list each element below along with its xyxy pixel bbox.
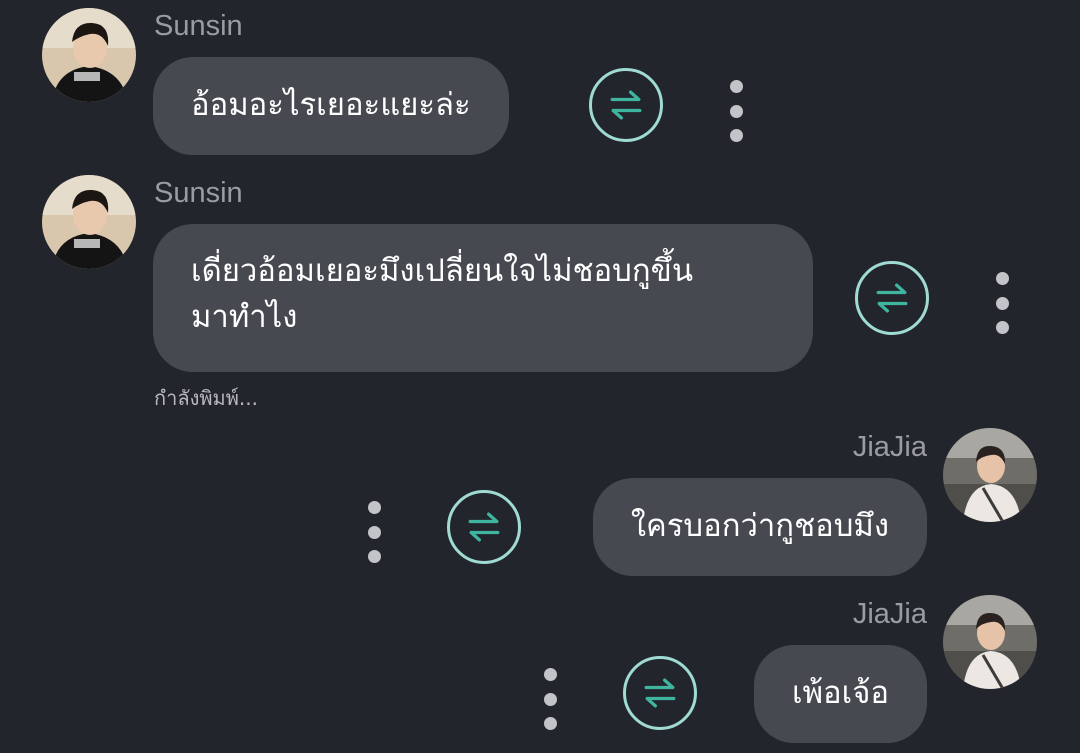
- swap-arrows-icon: [592, 68, 660, 142]
- more-dot: [543, 668, 557, 681]
- sender-name: Sunsin: [154, 177, 243, 209]
- more-dot: [729, 129, 743, 142]
- translate-button[interactable]: [623, 656, 697, 730]
- avatar-image: [943, 428, 1037, 522]
- avatar-image: [943, 595, 1037, 689]
- more-dot: [729, 104, 743, 118]
- message-bubble[interactable]: ใครบอกว่ากูชอบมึง: [592, 478, 927, 576]
- more-options-button[interactable]: [987, 272, 1017, 334]
- more-options-button[interactable]: [721, 80, 751, 142]
- swap-arrows-icon: [626, 656, 694, 730]
- more-dot: [367, 550, 381, 563]
- sender-name: JiaJia: [852, 431, 927, 463]
- translate-button[interactable]: [589, 68, 663, 142]
- sender-avatar[interactable]: [943, 595, 1037, 689]
- more-dot: [543, 717, 557, 730]
- message-bubble[interactable]: เพ้อเจ้อ: [753, 645, 927, 743]
- sender-avatar[interactable]: [943, 428, 1037, 522]
- more-dot: [995, 321, 1009, 334]
- translate-button[interactable]: [447, 490, 521, 564]
- message-bubble[interactable]: อ้อมอะไรเยอะแยะล่ะ: [153, 57, 509, 155]
- more-dot: [367, 501, 381, 514]
- sender-name: Sunsin: [154, 10, 243, 42]
- message-line: เดี่ยวอ้อมเยอะมึงเปลี่ยนใจไม่ชอบกูขึ้น: [191, 253, 694, 289]
- avatar-image: [42, 175, 136, 269]
- translate-button[interactable]: [855, 261, 929, 335]
- swap-arrows-icon: [450, 490, 518, 564]
- sender-avatar[interactable]: [42, 175, 136, 269]
- more-dot: [543, 692, 557, 706]
- message-line: มาทำไง: [191, 299, 298, 335]
- more-dot: [367, 525, 381, 539]
- avatar-image: [42, 8, 136, 102]
- typing-indicator: กำลังพิมพ์...: [154, 386, 258, 410]
- more-dot: [995, 272, 1009, 285]
- sender-avatar[interactable]: [42, 8, 136, 102]
- message-bubble[interactable]: เดี่ยวอ้อมเยอะมึงเปลี่ยนใจไม่ชอบกูขึ้น ม…: [153, 224, 813, 372]
- swap-arrows-icon: [858, 261, 926, 335]
- more-options-button[interactable]: [535, 668, 565, 730]
- more-options-button[interactable]: [359, 501, 389, 563]
- sender-name: JiaJia: [852, 598, 927, 630]
- more-dot: [995, 296, 1009, 310]
- more-dot: [729, 80, 743, 93]
